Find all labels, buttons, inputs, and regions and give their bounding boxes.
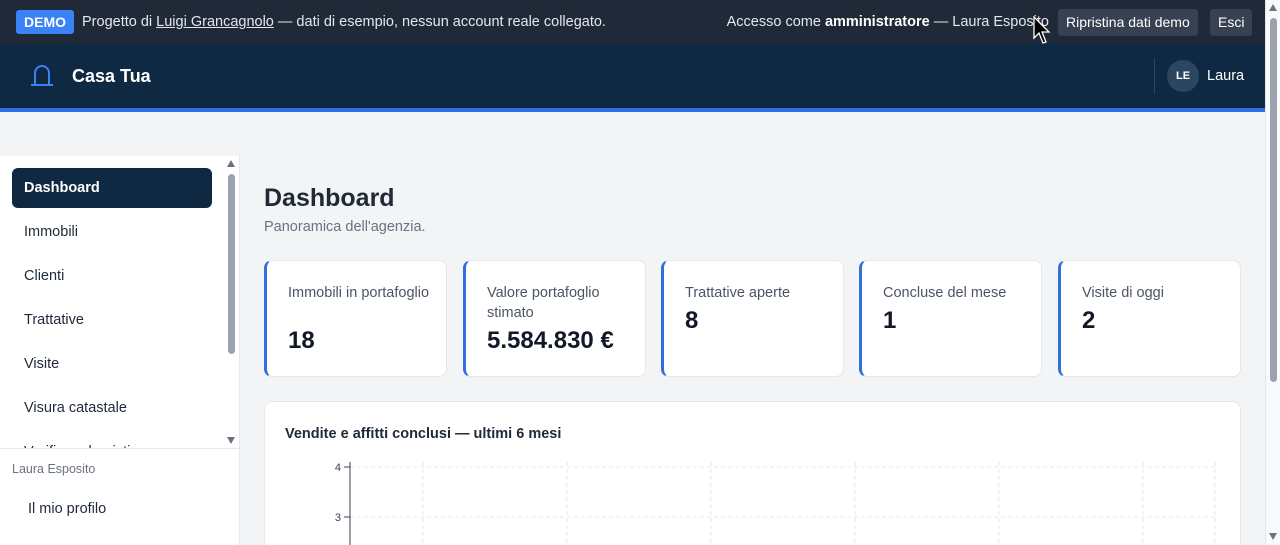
access-user: — Laura Esposito (933, 14, 1049, 30)
stat-value: 8 (685, 307, 699, 334)
stat-value: 18 (288, 327, 315, 354)
page-scroll-down-icon[interactable] (1269, 533, 1277, 540)
stat-label: Concluse del mese (883, 285, 1007, 301)
sidebar-item-trattative[interactable]: Trattative (12, 300, 212, 340)
demo-notice-suffix: — dati di esempio, nessun account reale … (277, 14, 606, 30)
sidebar-item-clienti[interactable]: Clienti (12, 256, 212, 296)
stat-label: Valore portafoglio stimato (487, 285, 600, 321)
reset-demo-button[interactable]: Ripristina dati demo (1058, 9, 1198, 36)
sidebar-footer: Laura Esposito Il mio profilo (0, 448, 239, 545)
stat-card-concluse: Concluse del mese 1 (859, 260, 1042, 377)
page-scrollbar[interactable] (1265, 0, 1280, 545)
sidebar-item-immobili[interactable]: Immobili (12, 212, 212, 252)
stat-value: 5.584.830 € (487, 327, 614, 354)
brand-name[interactable]: Casa Tua (72, 66, 151, 87)
stat-card-trattative: Trattative aperte 8 (661, 260, 844, 377)
bell-logo-icon[interactable] (30, 63, 54, 89)
demo-bar: DEMO Progetto di Luigi Grancagnolo — dat… (0, 0, 1265, 44)
sidebar-scrollbar[interactable] (224, 156, 239, 448)
stat-value: 2 (1082, 307, 1096, 334)
sidebar-item-verifica-urbanistica[interactable]: Verifica urbanistica (12, 432, 212, 448)
access-role: amministratore (824, 14, 930, 30)
page-scrollbar-thumb[interactable] (1270, 18, 1277, 382)
sidebar-scrollbar-thumb[interactable] (228, 174, 235, 354)
stat-card-visite: Visite di oggi 2 (1058, 260, 1241, 377)
page-scroll-up-icon[interactable] (1269, 4, 1277, 11)
header-user-name[interactable]: Laura (1207, 68, 1244, 84)
demo-notice-prefix: Progetto di (82, 14, 153, 30)
demo-notice: Progetto di Luigi Grancagnolo — dati di … (82, 14, 606, 30)
chart-card: Vendite e affitti conclusi — ultimi 6 me… (264, 401, 1241, 545)
app-header: Casa Tua LE Laura (0, 44, 1265, 108)
demo-badge: DEMO (16, 10, 74, 34)
access-prefix: Accesso come (726, 14, 821, 30)
y-axis-tick-label: 4 (335, 462, 341, 474)
author-link[interactable]: Luigi Grancagnolo (156, 14, 274, 30)
stat-value: 1 (883, 307, 897, 334)
avatar[interactable]: LE (1167, 60, 1199, 92)
header-divider (1154, 58, 1155, 94)
sidebar-footer-user: Laura Esposito (12, 462, 96, 476)
stat-label: Visite di oggi (1082, 285, 1164, 301)
stat-label: Immobili in portafoglio (288, 285, 430, 301)
logout-button[interactable]: Esci (1210, 9, 1253, 36)
scroll-up-icon[interactable] (227, 160, 235, 167)
sidebar: Dashboard Immobili Clienti Trattative Vi… (0, 156, 240, 545)
stat-card-valore: Valore portafoglio stimato 5.584.830 € (463, 260, 646, 377)
header-accent-stripe (0, 108, 1265, 112)
sidebar-item-visura-catastale[interactable]: Visura catastale (12, 388, 212, 428)
page-title: Dashboard (264, 184, 395, 212)
sidebar-item-dashboard[interactable]: Dashboard (12, 168, 212, 208)
stat-card-immobili: Immobili in portafoglio 18 (264, 260, 447, 377)
stat-label: Trattative aperte (685, 285, 791, 301)
sales-chart: 43 (335, 462, 1216, 545)
access-info: Accesso come amministratore — Laura Espo… (727, 14, 1049, 30)
page-subtitle: Panoramica dell'agenzia. (264, 219, 426, 235)
mouse-cursor-icon (1033, 16, 1051, 44)
y-axis-tick-label: 3 (335, 512, 341, 524)
sidebar-nav: Dashboard Immobili Clienti Trattative Vi… (0, 156, 224, 448)
scroll-down-icon[interactable] (227, 437, 235, 444)
sidebar-item-visite[interactable]: Visite (12, 344, 212, 384)
my-profile-link[interactable]: Il mio profilo (28, 501, 106, 517)
